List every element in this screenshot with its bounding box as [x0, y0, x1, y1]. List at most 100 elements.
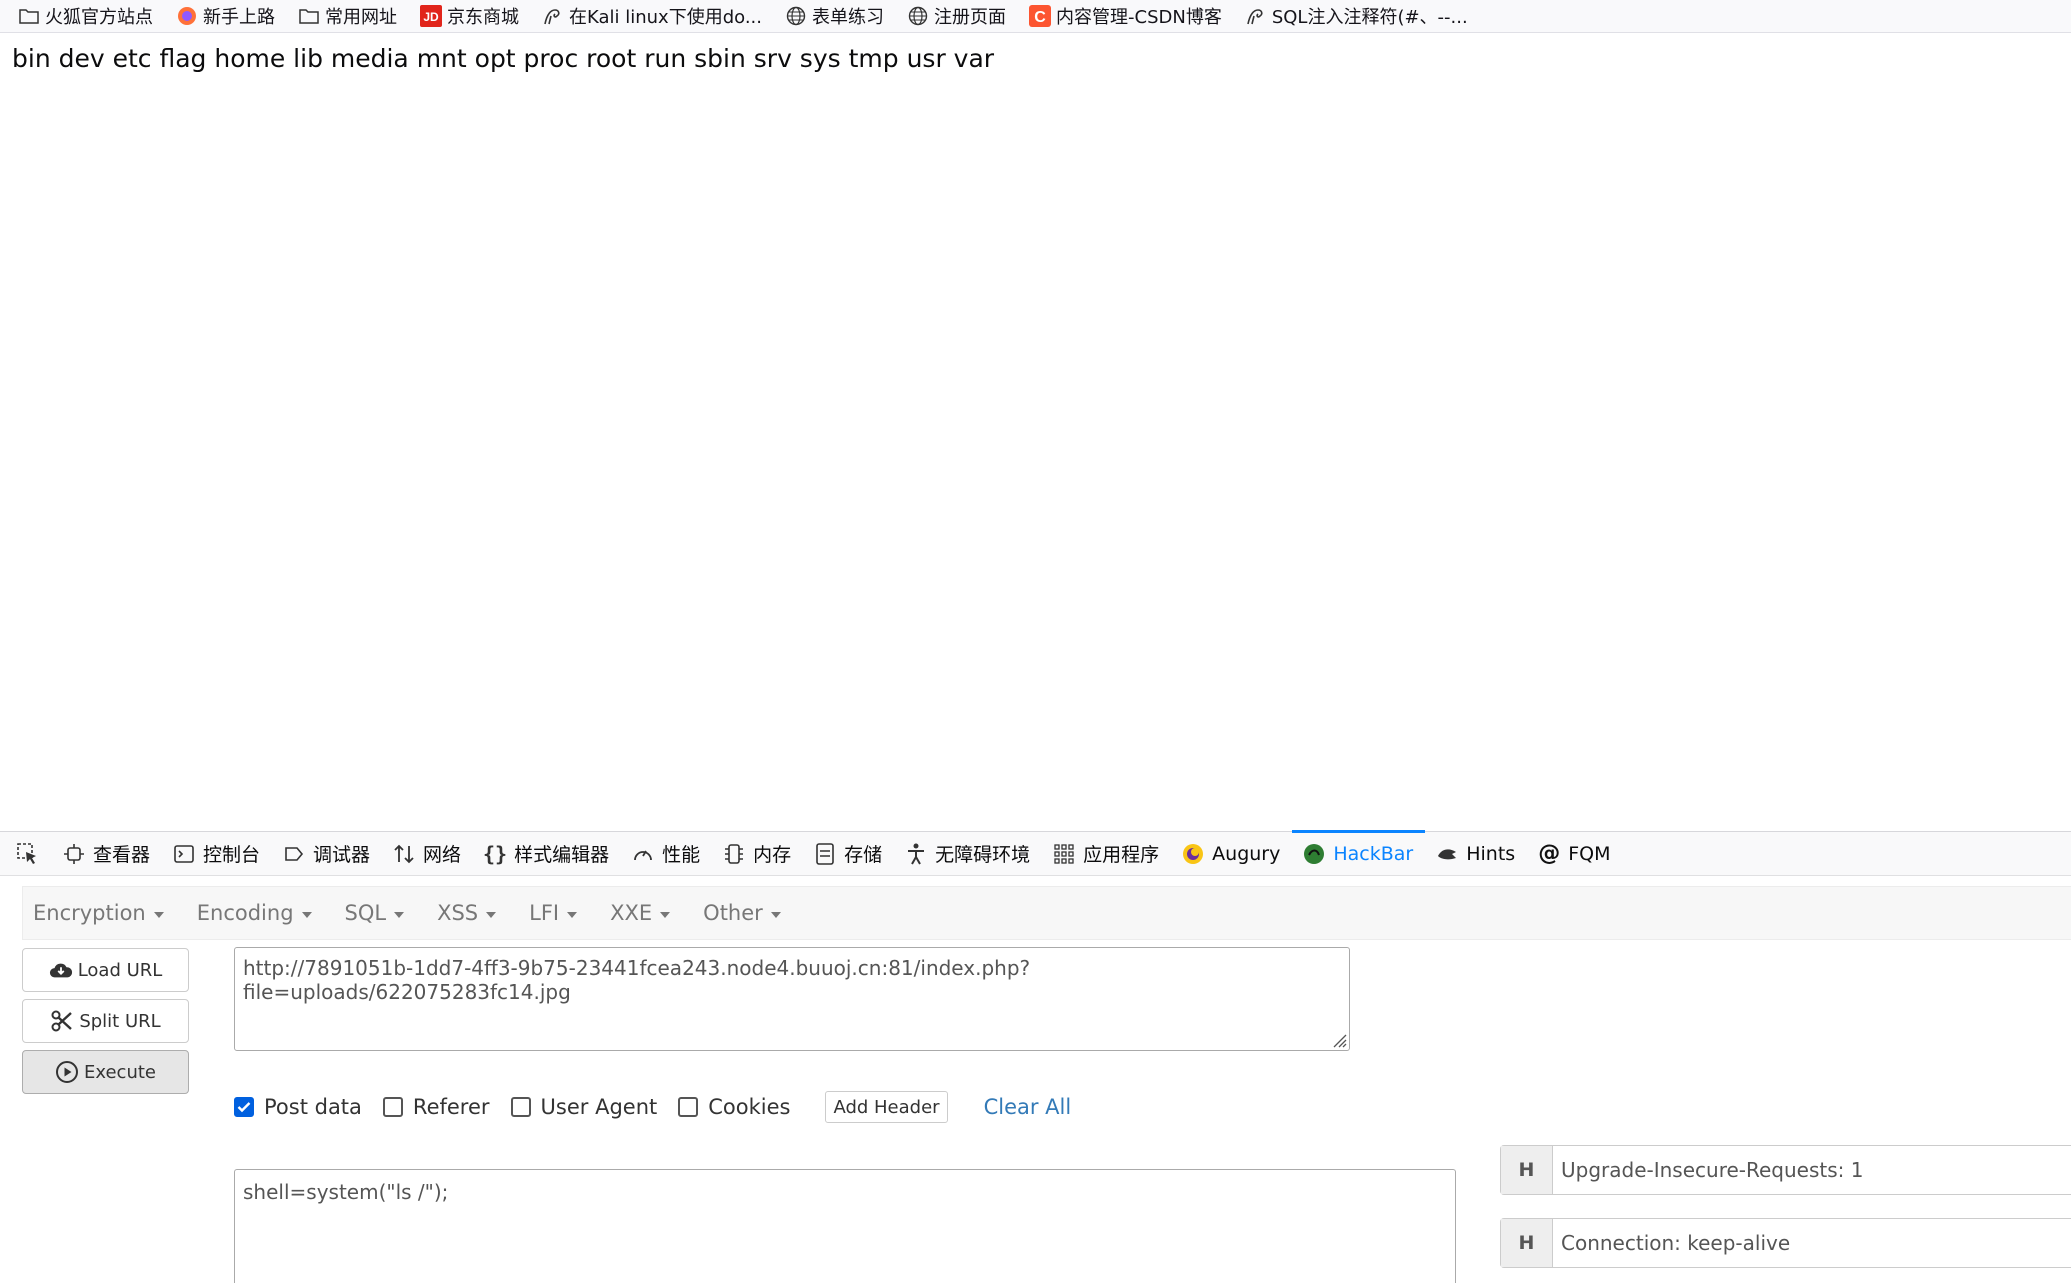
menu-lfi[interactable]: LFI — [529, 901, 578, 925]
checkbox-label: Post data — [264, 1095, 362, 1119]
execute-button[interactable]: Execute — [22, 1050, 189, 1094]
bookmark-label: 火狐官方站点 — [45, 7, 153, 28]
bookmark-item[interactable]: 表单练习 — [785, 0, 893, 33]
tab-label: 查看器 — [93, 844, 151, 866]
caret-down-icon — [394, 911, 405, 918]
devtools-panel: 查看器 控制台 调试器 网络 {} 样式编辑器 性能 内存 存储 无障碍环境 应… — [0, 829, 2071, 1283]
menu-xxe[interactable]: XXE — [610, 901, 671, 925]
folder-icon — [298, 5, 320, 27]
split-url-button[interactable]: Split URL — [22, 999, 189, 1043]
tab-storage[interactable]: 存储 — [803, 832, 894, 876]
bookmark-item[interactable]: JD 京东商城 — [420, 0, 528, 33]
menu-encoding[interactable]: Encoding — [197, 901, 312, 925]
header-tag: H — [1501, 1146, 1553, 1194]
menu-sql[interactable]: SQL — [345, 901, 405, 925]
tab-debugger[interactable]: 调试器 — [272, 832, 382, 876]
tab-memory[interactable]: 内存 — [712, 832, 803, 876]
load-url-button[interactable]: Load URL — [22, 948, 189, 992]
tab-application[interactable]: 应用程序 — [1042, 832, 1171, 876]
bookmark-item[interactable]: 新手上路 — [176, 0, 284, 33]
style-editor-icon: {} — [483, 841, 508, 866]
referer-checkbox[interactable]: Referer — [382, 1095, 490, 1119]
tab-performance[interactable]: 性能 — [621, 832, 712, 876]
tab-network[interactable]: 网络 — [382, 832, 473, 876]
tab-hackbar[interactable]: HackBar — [1292, 829, 1426, 876]
tab-label: 性能 — [662, 844, 701, 866]
checkbox-unchecked-icon[interactable] — [678, 1097, 699, 1117]
bookmark-label: 常用网址 — [325, 7, 397, 28]
bookmark-item[interactable]: 常用网址 — [298, 0, 406, 33]
folder-icon — [18, 5, 40, 27]
hackbar-icon — [1302, 842, 1326, 866]
tab-label: Augury — [1212, 842, 1281, 865]
svg-text:JD: JD — [423, 10, 439, 24]
bookmark-item[interactable]: 注册页面 — [907, 0, 1015, 33]
menu-other[interactable]: Other — [703, 901, 781, 925]
tab-console[interactable]: 控制台 — [162, 832, 272, 876]
tab-label: 应用程序 — [1083, 844, 1160, 866]
tab-style-editor[interactable]: {} 样式编辑器 — [473, 832, 621, 876]
tab-hints[interactable]: Hints — [1425, 832, 1527, 876]
play-circle-icon — [55, 1060, 79, 1084]
caret-down-icon — [153, 911, 164, 918]
caret-down-icon — [301, 911, 312, 918]
menu-encryption[interactable]: Encryption — [33, 901, 164, 925]
jd-icon: JD — [420, 5, 442, 27]
header-value[interactable]: Connection: keep-alive — [1553, 1219, 2071, 1267]
tab-label: Hints — [1466, 842, 1516, 865]
add-header-button[interactable]: Add Header — [825, 1091, 948, 1123]
checkbox-label: Referer — [412, 1095, 490, 1119]
checkbox-unchecked-icon[interactable] — [510, 1097, 531, 1117]
network-icon — [392, 842, 416, 866]
user-agent-checkbox[interactable]: User Agent — [510, 1095, 657, 1119]
console-icon — [172, 842, 196, 866]
checkbox-checked-icon[interactable] — [234, 1097, 254, 1117]
bookmark-label: 表单练习 — [812, 7, 884, 28]
menu-xss[interactable]: XSS — [437, 901, 497, 925]
storage-icon — [813, 842, 837, 866]
bookmarks-toolbar: 火狐官方站点 新手上路 常用网址 JD 京东商城 在Kali linux下使用d… — [0, 0, 2071, 33]
bookmark-item[interactable]: 火狐官方站点 — [18, 0, 162, 33]
devtools-tab-bar: 查看器 控制台 调试器 网络 {} 样式编辑器 性能 内存 存储 无障碍环境 应… — [0, 829, 2071, 876]
cloud-download-icon — [49, 958, 73, 982]
scissors-icon — [50, 1009, 74, 1033]
caret-down-icon — [660, 911, 671, 918]
fqm-icon: @ — [1538, 841, 1561, 866]
menu-label: XXE — [610, 901, 653, 925]
resize-grip-icon[interactable] — [1329, 1030, 1347, 1048]
header-value[interactable]: Upgrade-Insecure-Requests: 1 — [1553, 1146, 2071, 1194]
button-label: Load URL — [77, 959, 163, 981]
checkbox-unchecked-icon[interactable] — [382, 1097, 403, 1117]
bookmark-item[interactable]: 在Kali linux下使用do... — [542, 0, 771, 33]
bookmark-item[interactable]: C 内容管理-CSDN博客 — [1029, 0, 1231, 33]
augury-icon — [1181, 842, 1205, 866]
tab-fqm[interactable]: @ FQM — [1527, 832, 1622, 876]
post-data-checkbox[interactable]: Post data — [234, 1095, 362, 1119]
svg-text:C: C — [1034, 9, 1046, 26]
globe-icon — [785, 5, 807, 27]
tab-accessibility[interactable]: 无障碍环境 — [894, 832, 1042, 876]
menu-label: SQL — [344, 901, 387, 925]
header-row[interactable]: H Connection: keep-alive — [1500, 1218, 2071, 1268]
button-label: Execute — [84, 1061, 156, 1083]
header-row[interactable]: H Upgrade-Insecure-Requests: 1 — [1500, 1145, 2071, 1195]
element-picker-icon[interactable] — [8, 832, 48, 876]
tab-inspector[interactable]: 查看器 — [52, 832, 162, 876]
bookmark-item[interactable]: SQL注入注释符(#、--... — [1245, 0, 1477, 33]
clear-all-link[interactable]: Clear All — [984, 1095, 1072, 1119]
accessibility-icon — [904, 842, 928, 866]
bookmark-label: 内容管理-CSDN博客 — [1056, 7, 1222, 28]
tab-augury[interactable]: Augury — [1171, 832, 1292, 876]
post-data-textarea[interactable]: shell=system("ls /"); — [234, 1169, 1456, 1283]
kali-icon — [1245, 5, 1267, 27]
cookies-checkbox[interactable]: Cookies — [678, 1095, 790, 1119]
url-textarea[interactable]: http://7891051b-1dd7-4ff3-9b75-23441fcea… — [234, 947, 1350, 1051]
tab-label: 无障碍环境 — [935, 844, 1031, 866]
menu-label: Encoding — [196, 901, 294, 925]
url-value: http://7891051b-1dd7-4ff3-9b75-23441fcea… — [243, 956, 1031, 1004]
menu-label: XSS — [437, 901, 479, 925]
kali-icon — [542, 5, 564, 27]
tab-label: HackBar — [1333, 842, 1414, 865]
inspector-icon — [62, 842, 86, 866]
post-data-value: shell=system("ls /"); — [243, 1180, 449, 1204]
